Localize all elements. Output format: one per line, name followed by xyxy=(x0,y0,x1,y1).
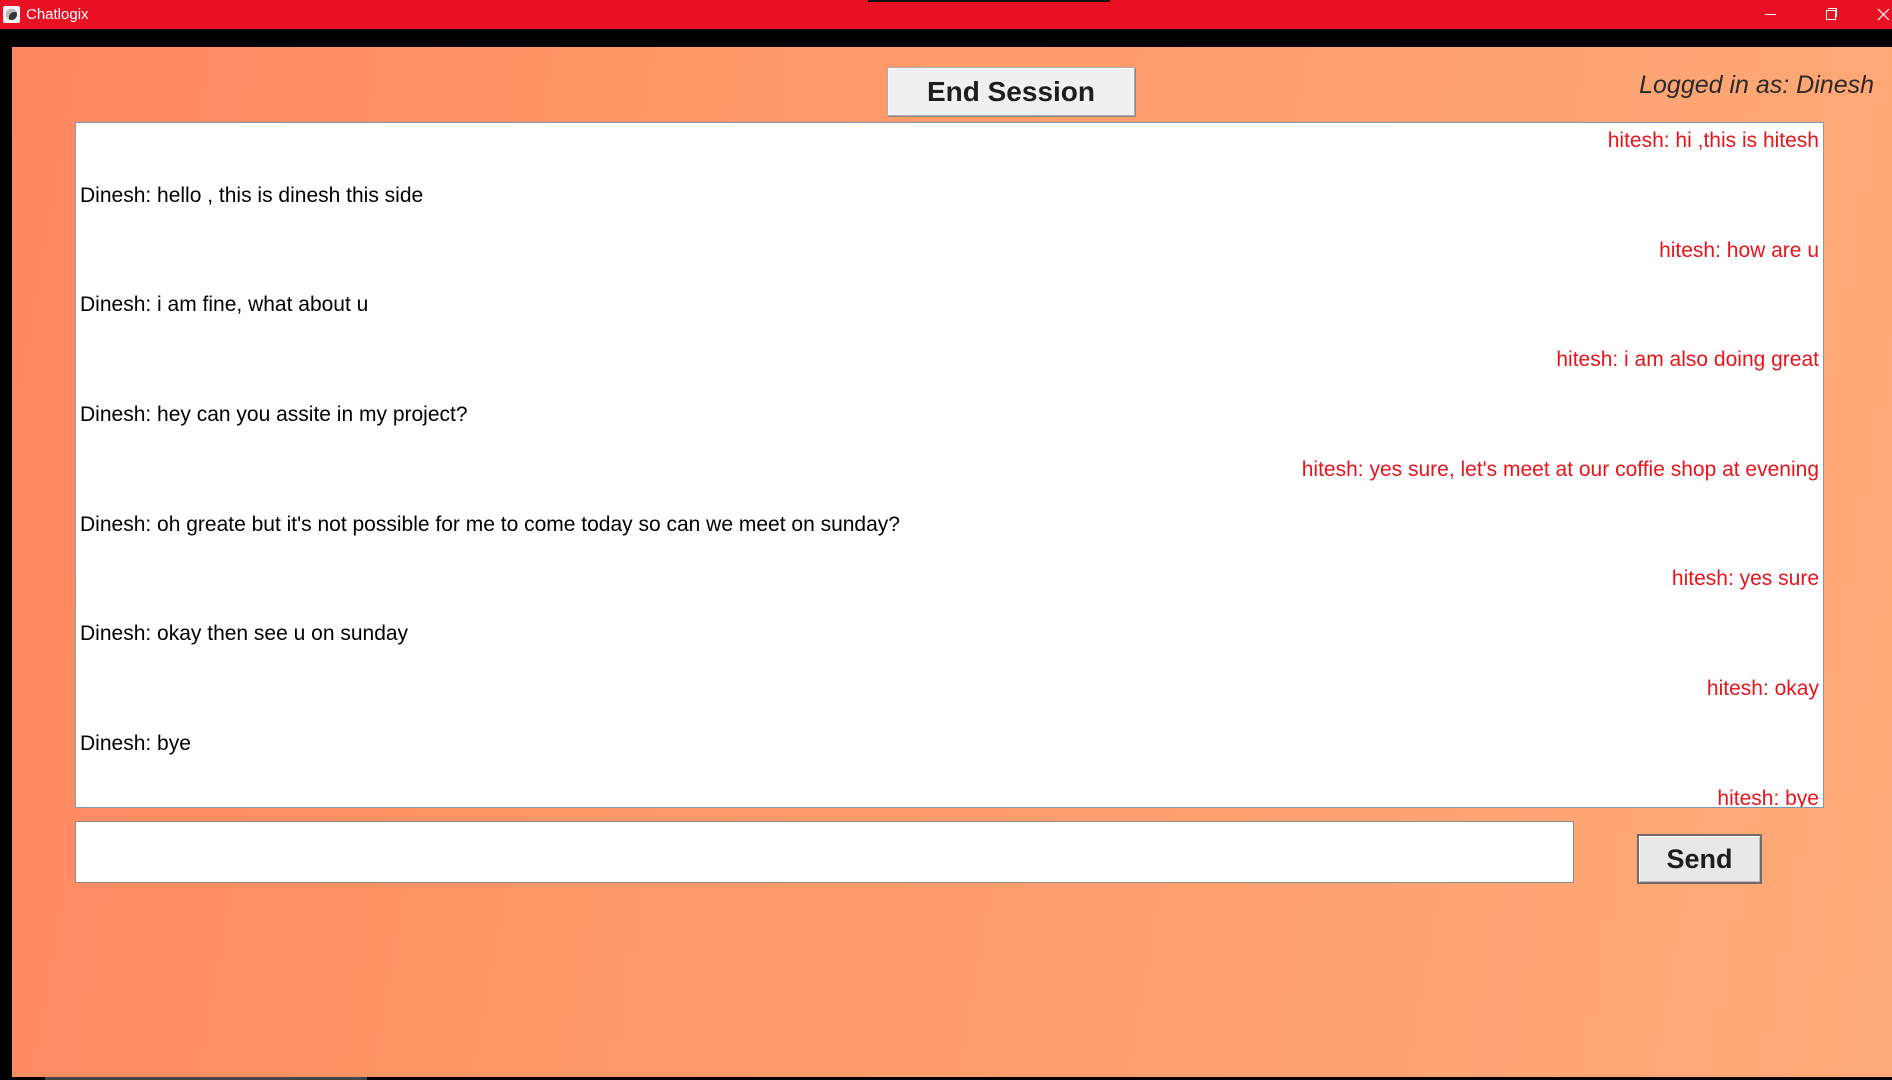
message-self: Dinesh: hello , this is dinesh this side xyxy=(80,183,424,207)
message-other: hitesh: yes sure, let's meet at our coff… xyxy=(1301,457,1819,481)
message-other: hitesh: how are u xyxy=(1659,238,1819,262)
message-self: Dinesh: bye xyxy=(80,731,191,755)
title-bar: Chatlogix xyxy=(0,0,1892,29)
message-other: hitesh: hi ,this is hitesh xyxy=(1607,129,1819,152)
logged-in-label: Logged in as: Dinesh xyxy=(1639,71,1874,99)
message-self: Dinesh: i am fine, what about u xyxy=(80,293,369,317)
close-button[interactable] xyxy=(1860,0,1892,29)
close-icon xyxy=(1877,8,1890,21)
message-input[interactable] xyxy=(75,821,1574,883)
window-title: Chatlogix xyxy=(26,6,89,23)
restore-button[interactable] xyxy=(1806,0,1852,29)
message-other: hitesh: bye xyxy=(1717,786,1819,808)
message-other: hitesh: i am also doing great xyxy=(1556,348,1819,372)
message-self: Dinesh: hey can you assite in my project… xyxy=(80,403,468,426)
end-session-button[interactable]: End Session xyxy=(887,67,1135,116)
message-self: Dinesh: okay then see u on sunday xyxy=(80,622,409,646)
titlebar-accent xyxy=(868,0,1110,2)
message-other: hitesh: okay xyxy=(1706,677,1819,700)
message-self: Dinesh: oh greate but it's not possible … xyxy=(80,512,900,536)
message-other: hitesh: yes sure xyxy=(1671,567,1819,591)
minimize-button[interactable] xyxy=(1747,0,1793,29)
send-button[interactable]: Send xyxy=(1637,834,1762,884)
app-icon xyxy=(3,6,20,23)
chat-history[interactable]: hitesh: hi ,this is hitesh Dinesh: hello … xyxy=(75,122,1824,808)
